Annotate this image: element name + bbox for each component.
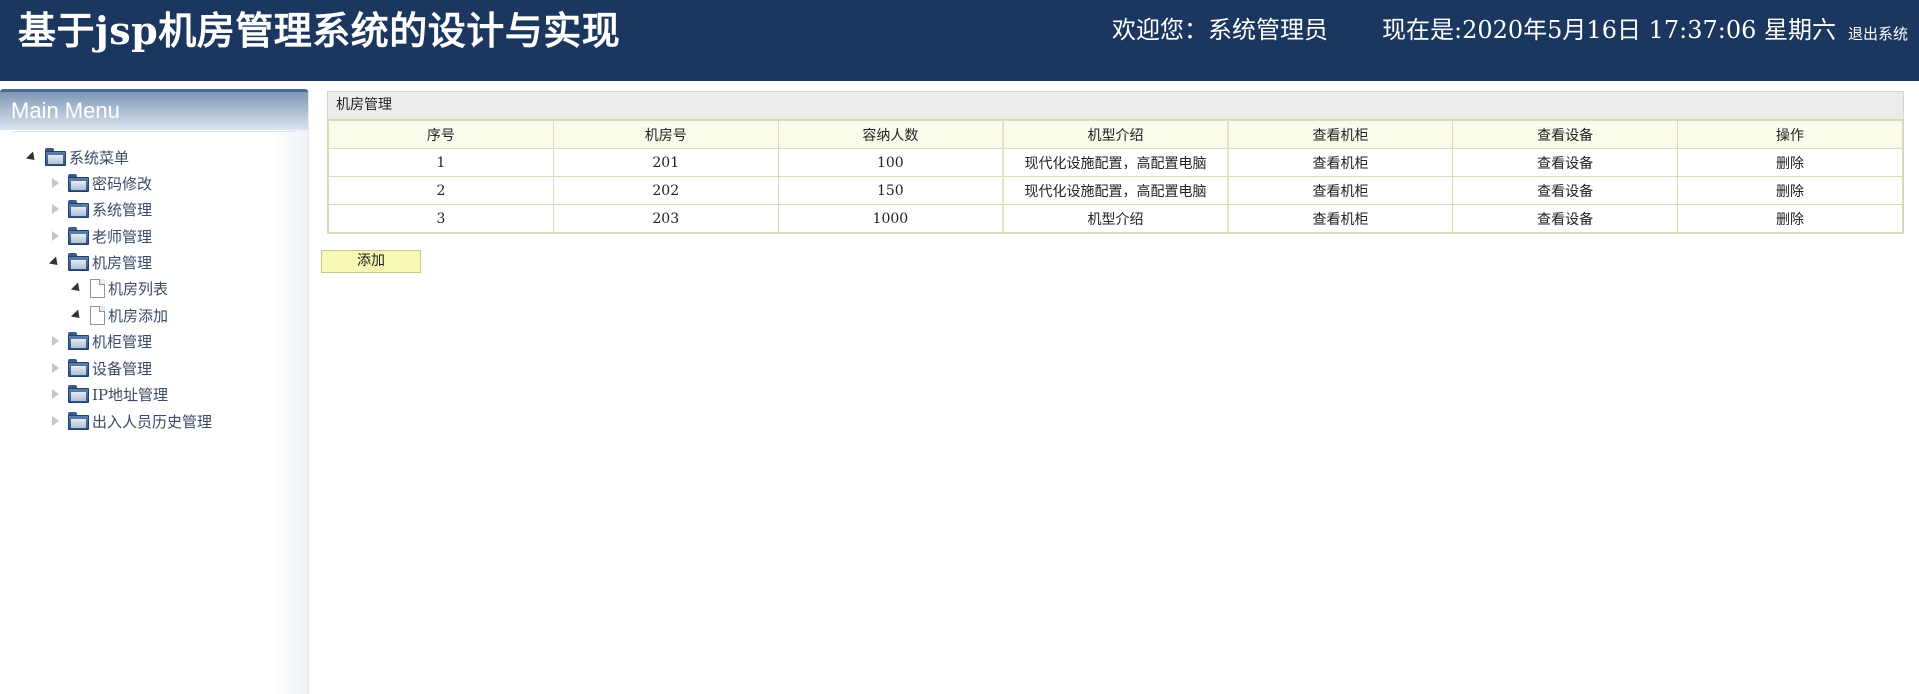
- view-devices-link[interactable]: 查看设备: [1537, 212, 1593, 228]
- room-number: 201: [552, 148, 779, 177]
- expand-toggle-icon[interactable]: [48, 202, 62, 216]
- sidebar-item-teachers[interactable]: 老师管理: [48, 223, 152, 249]
- folder-icon: [68, 253, 89, 271]
- column-header: 机房号: [552, 120, 779, 149]
- column-header: 查看机柜: [1227, 120, 1454, 149]
- action-cell: 删除: [1677, 204, 1903, 233]
- welcome-text: 欢迎您：系统管理员: [1112, 16, 1328, 44]
- folder-icon: [45, 148, 66, 166]
- view-devices-cell: 查看设备: [1452, 176, 1679, 205]
- room-number: 202: [552, 176, 779, 205]
- room-number: 203: [552, 204, 779, 233]
- view-cabinets-cell: 查看机柜: [1227, 148, 1454, 177]
- row-number: 3: [328, 204, 554, 233]
- sidebar-item-label: 系统管理: [92, 200, 153, 219]
- capacity: 1000: [777, 204, 1004, 233]
- collapse-toggle-icon[interactable]: [25, 150, 39, 164]
- view-cabinets-link[interactable]: 查看机柜: [1313, 184, 1369, 200]
- add-room-button[interactable]: 添加: [321, 250, 421, 273]
- sidebar-item-system[interactable]: 系统管理: [48, 196, 152, 222]
- node-marker-icon: [70, 308, 84, 322]
- column-header: 查看设备: [1452, 120, 1679, 149]
- sidebar: Main Menu 系统菜单 密码修改 系统管理 老师管理 机房管理 机房列表 …: [0, 89, 309, 694]
- column-header: 操作: [1677, 120, 1903, 149]
- tree-root[interactable]: 系统菜单: [25, 144, 129, 170]
- folder-icon: [68, 200, 89, 218]
- system-title: 基于jsp机房管理系统的设计与实现: [18, 8, 621, 53]
- sidebar-item-label: 设备管理: [92, 359, 153, 378]
- folder-icon: [68, 385, 89, 403]
- sidebar-item-cabinets[interactable]: 机柜管理: [48, 328, 152, 354]
- table-row: 1 201 100 现代化设施配置，高配置电脑 查看机柜 查看设备 删除: [328, 148, 1903, 177]
- top-banner: 基于jsp机房管理系统的设计与实现 欢迎您：系统管理员 现在是:2020年5月1…: [0, 0, 1919, 81]
- column-header: 序号: [328, 120, 554, 149]
- view-cabinets-link[interactable]: 查看机柜: [1313, 212, 1369, 228]
- sidebar-item-label: 机房列表: [108, 279, 169, 298]
- capacity: 150: [777, 176, 1004, 205]
- table-row: 3 203 1000 机型介绍 查看机柜 查看设备 删除: [328, 204, 1903, 233]
- sidebar-item-room-add[interactable]: 机房添加: [70, 302, 168, 328]
- row-number: 1: [328, 148, 554, 177]
- sidebar-item-label: 机房添加: [108, 306, 169, 325]
- sidebar-item-label: IP地址管理: [92, 385, 169, 404]
- sidebar-item-password[interactable]: 密码修改: [48, 170, 152, 196]
- sidebar-item-access-history[interactable]: 出入人员历史管理: [48, 408, 212, 434]
- expand-toggle-icon[interactable]: [48, 334, 62, 348]
- machine-intro: 机型介绍: [1002, 204, 1229, 233]
- view-cabinets-cell: 查看机柜: [1227, 204, 1454, 233]
- collapse-toggle-icon[interactable]: [48, 255, 62, 269]
- sidebar-item-ip[interactable]: IP地址管理: [48, 381, 168, 407]
- machine-intro: 现代化设施配置，高配置电脑: [1002, 176, 1229, 205]
- delete-link[interactable]: 删除: [1776, 212, 1804, 228]
- sidebar-item-label: 机房管理: [92, 253, 153, 272]
- sidebar-item-room-list[interactable]: 机房列表: [70, 275, 168, 301]
- expand-toggle-icon[interactable]: [48, 176, 62, 190]
- document-icon: [90, 278, 105, 298]
- expand-toggle-icon[interactable]: [48, 387, 62, 401]
- sidebar-item-rooms[interactable]: 机房管理: [48, 249, 152, 275]
- expand-toggle-icon[interactable]: [48, 414, 62, 428]
- delete-link[interactable]: 删除: [1776, 156, 1804, 172]
- tree-root-label: 系统菜单: [69, 148, 130, 167]
- folder-icon: [68, 332, 89, 350]
- expand-toggle-icon[interactable]: [48, 361, 62, 375]
- logout-link[interactable]: 退出系统: [1848, 20, 1908, 48]
- view-devices-cell: 查看设备: [1452, 204, 1679, 233]
- sidebar-item-label: 密码修改: [92, 174, 153, 193]
- view-cabinets-cell: 查看机柜: [1227, 176, 1454, 205]
- action-cell: 删除: [1677, 176, 1903, 205]
- current-time: 现在是:2020年5月16日 17:37:06 星期六: [1382, 16, 1837, 44]
- view-devices-link[interactable]: 查看设备: [1537, 184, 1593, 200]
- sidebar-item-label: 老师管理: [92, 227, 153, 246]
- document-icon: [90, 305, 105, 325]
- column-header: 容纳人数: [777, 120, 1004, 149]
- delete-link[interactable]: 删除: [1776, 184, 1804, 200]
- action-cell: 删除: [1677, 148, 1903, 177]
- room-table: 序号 机房号 容纳人数 机型介绍 查看机柜 查看设备 操作 1 201 100 …: [328, 120, 1903, 233]
- folder-icon: [68, 227, 89, 245]
- room-management-panel: 机房管理 序号 机房号 容纳人数 机型介绍 查看机柜 查看设备 操作 1 201…: [327, 91, 1904, 234]
- view-devices-link[interactable]: 查看设备: [1537, 156, 1593, 172]
- table-row: 2 202 150 现代化设施配置，高配置电脑 查看机柜 查看设备 删除: [328, 176, 1903, 205]
- panel-title: 机房管理: [328, 92, 1903, 120]
- row-number: 2: [328, 176, 554, 205]
- table-header-row: 序号 机房号 容纳人数 机型介绍 查看机柜 查看设备 操作: [328, 120, 1903, 149]
- view-cabinets-link[interactable]: 查看机柜: [1313, 156, 1369, 172]
- sidebar-item-label: 出入人员历史管理: [92, 412, 213, 431]
- menu-divider: [12, 131, 296, 132]
- folder-icon: [68, 359, 89, 377]
- sidebar-item-devices[interactable]: 设备管理: [48, 355, 152, 381]
- machine-intro: 现代化设施配置，高配置电脑: [1002, 148, 1229, 177]
- view-devices-cell: 查看设备: [1452, 148, 1679, 177]
- folder-icon: [68, 174, 89, 192]
- folder-icon: [68, 412, 89, 430]
- main-menu-title: Main Menu: [0, 89, 308, 130]
- capacity: 100: [777, 148, 1004, 177]
- node-marker-icon: [70, 281, 84, 295]
- expand-toggle-icon[interactable]: [48, 229, 62, 243]
- sidebar-item-label: 机柜管理: [92, 332, 153, 351]
- column-header: 机型介绍: [1002, 120, 1229, 149]
